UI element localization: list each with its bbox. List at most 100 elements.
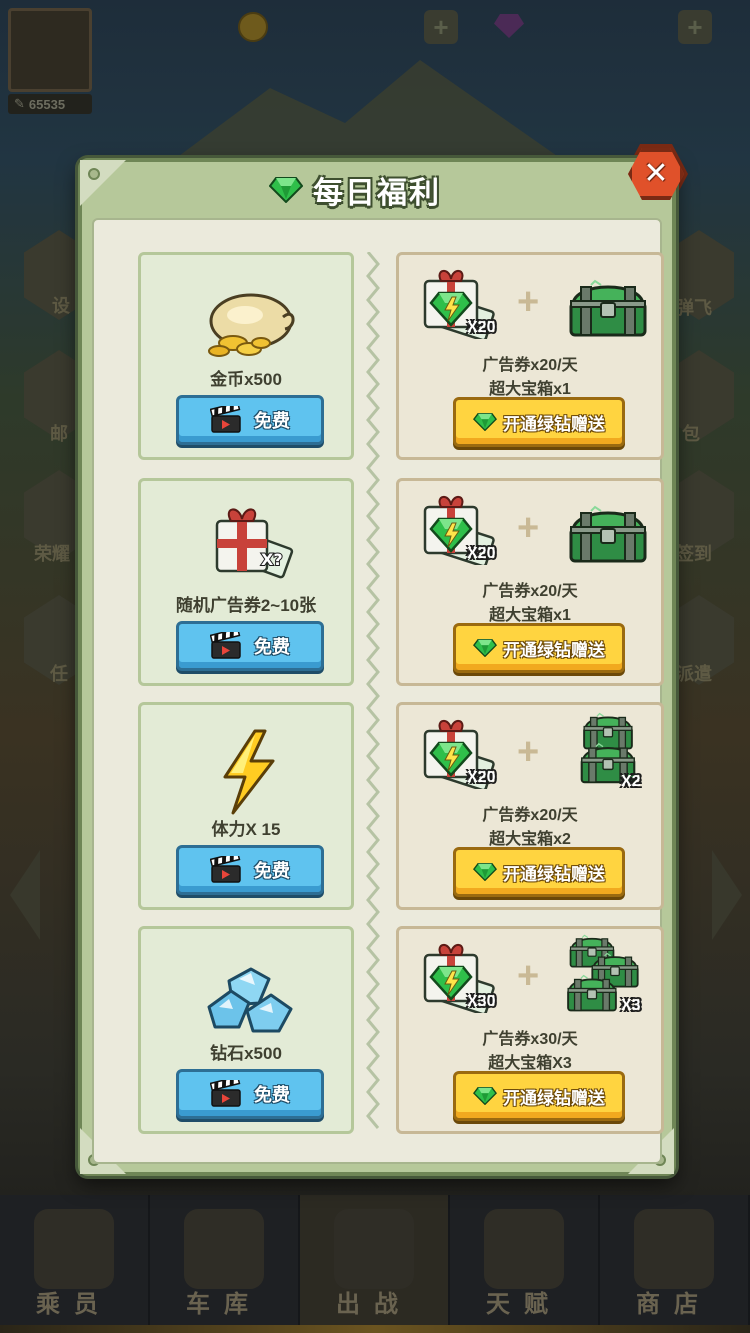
nav-label: 乘员 bbox=[36, 1291, 112, 1318]
side-label: 邮 bbox=[50, 424, 68, 444]
free-button-label: 免费 bbox=[254, 637, 290, 657]
nav-garage[interactable]: 车库 bbox=[150, 1195, 300, 1333]
side-label: 荣耀 bbox=[34, 544, 70, 564]
plus-icon: + bbox=[517, 955, 540, 997]
free-claim-button[interactable]: 免费 bbox=[176, 621, 324, 671]
green-diamond-icon bbox=[473, 413, 497, 431]
ad-ticket-gift-icon bbox=[199, 503, 299, 593]
vip-button-label: 开通绿钻赠送 bbox=[503, 640, 605, 660]
green-diamond-icon bbox=[473, 639, 497, 657]
nav-label: 商店 bbox=[636, 1291, 712, 1318]
free-reward-card: 金币x500 免费 bbox=[138, 252, 354, 460]
side-label: 任 bbox=[50, 664, 68, 684]
reward-label: 金币x500 bbox=[210, 370, 282, 389]
nav-talent[interactable]: 天赋 bbox=[450, 1195, 600, 1333]
vip-button-label: 开通绿钻赠送 bbox=[503, 864, 605, 884]
daily-welfare-modal: 每日福利 金币x500 免费 随机广告券2~10张 免费 体力X 15 免费 钻… bbox=[78, 158, 676, 1176]
video-clapper-icon bbox=[210, 856, 242, 884]
nav-active-indicator bbox=[0, 1325, 750, 1333]
treasure-chest-icon bbox=[567, 277, 649, 339]
reward-label: 钻石x500 bbox=[210, 1044, 282, 1063]
battle-map-icon bbox=[334, 1209, 414, 1289]
chest-multiplier: X2 bbox=[621, 773, 641, 790]
treasure-chest-icon bbox=[567, 503, 649, 565]
free-button-label: 免费 bbox=[254, 1085, 290, 1105]
vip-button-label: 开通绿钻赠送 bbox=[503, 1088, 605, 1108]
vip-reward-card: X20 + 广告券x20/天 超大宝箱x1 开通绿钻赠送 bbox=[396, 252, 664, 460]
add-gem-button[interactable]: + bbox=[678, 10, 712, 44]
open-green-diamond-button[interactable]: 开通绿钻赠送 bbox=[453, 623, 625, 673]
player-avatar[interactable] bbox=[8, 8, 92, 92]
modal-title: 每日福利 bbox=[313, 177, 441, 210]
zigzag-divider bbox=[366, 252, 380, 1129]
next-stage-arrow-icon[interactable] bbox=[712, 850, 742, 940]
nav-battle[interactable]: 出战 bbox=[300, 1195, 450, 1333]
ticket-multiplier: X30 bbox=[467, 993, 496, 1010]
side-label: 签到 bbox=[676, 544, 712, 564]
free-reward-card: 体力X 15 免费 bbox=[138, 702, 354, 910]
side-label: 派遣 bbox=[676, 664, 712, 684]
vip-reward-chest-text: 超大宝箱X3 bbox=[488, 1055, 572, 1072]
open-green-diamond-button[interactable]: 开通绿钻赠送 bbox=[453, 397, 625, 447]
vip-reward-chest-text: 超大宝箱x1 bbox=[489, 381, 571, 398]
video-clapper-icon bbox=[210, 406, 242, 434]
coin-icon bbox=[238, 12, 268, 42]
green-diamond-icon bbox=[473, 1087, 497, 1105]
vip-button-label: 开通绿钻赠送 bbox=[503, 414, 605, 434]
rewards-panel: 金币x500 免费 随机广告券2~10张 免费 体力X 15 免费 钻石x500… bbox=[92, 218, 664, 1164]
talent-icon bbox=[484, 1209, 564, 1289]
open-green-diamond-button[interactable]: 开通绿钻赠送 bbox=[453, 847, 625, 897]
coin-bag-icon bbox=[199, 277, 299, 367]
modal-header: 每日福利 bbox=[82, 162, 672, 218]
player-score: ✎ 65535 bbox=[8, 94, 92, 114]
free-button-label: 免费 bbox=[254, 861, 290, 881]
prev-stage-arrow-icon[interactable] bbox=[10, 850, 40, 940]
close-icon: ✕ bbox=[643, 157, 669, 190]
vip-reward-chest-text: 超大宝箱x1 bbox=[489, 607, 571, 624]
lightning-icon bbox=[199, 727, 299, 817]
green-diamond-icon bbox=[269, 177, 303, 203]
vip-reward-ticket-text: 广告券x20/天 bbox=[482, 583, 578, 600]
chest-multiplier: X3 bbox=[621, 997, 641, 1014]
ticket-multiplier: X20 bbox=[467, 769, 496, 786]
crew-icon bbox=[34, 1209, 114, 1289]
green-diamond-icon bbox=[473, 863, 497, 881]
video-clapper-icon bbox=[210, 632, 242, 660]
free-button-label: 免费 bbox=[254, 411, 290, 431]
nav-crew[interactable]: 乘员 bbox=[0, 1195, 150, 1333]
score-value: 65535 bbox=[28, 96, 66, 112]
video-clapper-icon bbox=[210, 1080, 242, 1108]
vip-reward-chest-text: 超大宝箱x2 bbox=[489, 831, 571, 848]
plus-icon: + bbox=[517, 731, 540, 773]
ticket-multiplier: X20 bbox=[467, 545, 496, 562]
nav-label: 出战 bbox=[336, 1291, 412, 1318]
reward-label: 体力X 15 bbox=[211, 820, 281, 839]
side-label: 包 bbox=[682, 424, 700, 444]
side-label: 设 bbox=[52, 296, 70, 316]
add-coin-button[interactable]: + bbox=[424, 10, 458, 44]
shop-icon bbox=[634, 1209, 714, 1289]
free-claim-button[interactable]: 免费 bbox=[176, 395, 324, 445]
open-green-diamond-button[interactable]: 开通绿钻赠送 bbox=[453, 1071, 625, 1121]
vip-reward-card: X20 + X2 广告券x20/天 超大宝箱x2 开通绿钻赠送 bbox=[396, 702, 664, 910]
nav-shop[interactable]: 商店 bbox=[600, 1195, 750, 1333]
gem-icon bbox=[494, 14, 524, 38]
plus-icon: + bbox=[517, 281, 540, 323]
free-claim-button[interactable]: 免费 bbox=[176, 1069, 324, 1119]
vip-reward-ticket-text: 广告券x30/天 bbox=[482, 1031, 578, 1048]
vip-reward-ticket-text: 广告券x20/天 bbox=[482, 357, 578, 374]
vip-reward-ticket-text: 广告券x20/天 bbox=[482, 807, 578, 824]
side-label: 弹飞 bbox=[676, 298, 712, 318]
reward-label: 随机广告券2~10张 bbox=[175, 596, 317, 615]
free-claim-button[interactable]: 免费 bbox=[176, 845, 324, 895]
title-group: 每日福利 bbox=[269, 168, 441, 212]
nav-label: 天赋 bbox=[486, 1291, 562, 1318]
free-reward-card: 随机广告券2~10张 免费 bbox=[138, 478, 354, 686]
free-reward-card: 钻石x500 免费 bbox=[138, 926, 354, 1134]
vip-reward-card: X20 + 广告券x20/天 超大宝箱x1 开通绿钻赠送 bbox=[396, 478, 664, 686]
vip-reward-card: X30 + X3 广告券x30/天 超大宝箱X3 开通绿钻赠送 bbox=[396, 926, 664, 1134]
plus-icon: + bbox=[517, 507, 540, 549]
nav-label: 车库 bbox=[186, 1291, 262, 1318]
treasure-chest-icon bbox=[555, 973, 629, 1013]
ticket-multiplier: X20 bbox=[467, 319, 496, 336]
